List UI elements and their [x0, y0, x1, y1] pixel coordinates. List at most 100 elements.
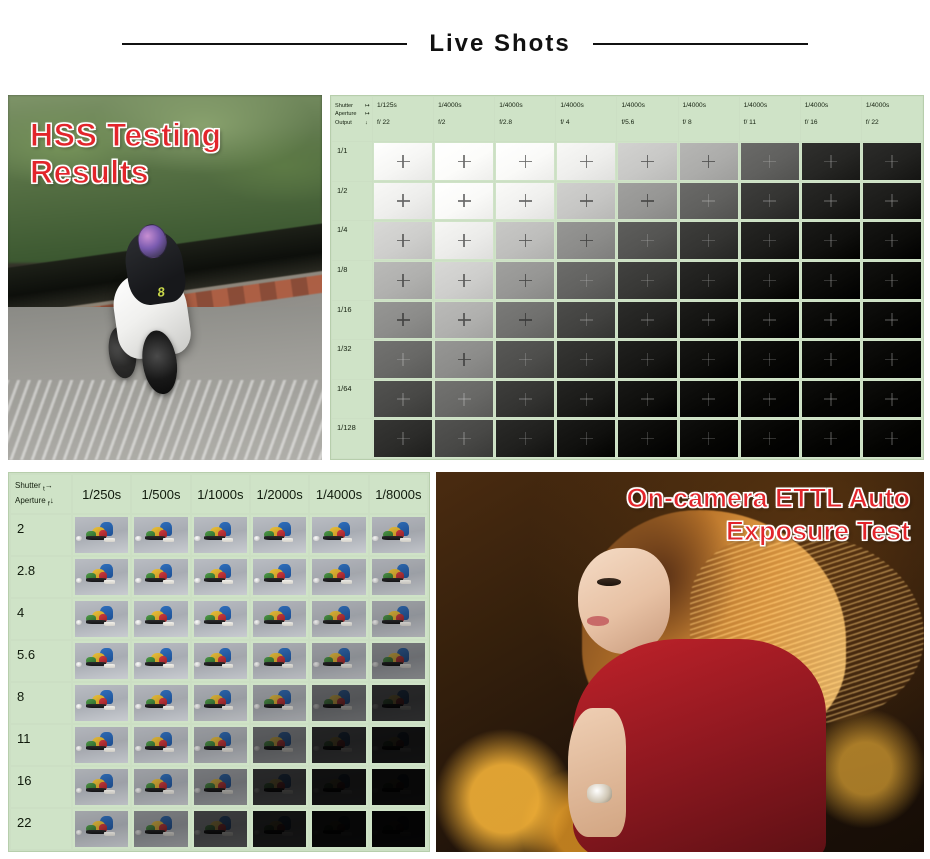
- ettl-row-label-5: 11: [11, 725, 71, 765]
- ettl-column-header-1: 1/500s: [132, 475, 190, 513]
- hss-column-header-3: 1/4000s f/ 4: [556, 97, 617, 141]
- crosshair-icon: [763, 313, 777, 327]
- thumbnail-exposure-shade: [371, 685, 425, 721]
- thumbnail-image: [252, 685, 307, 721]
- thumbnail-exposure-shade: [372, 517, 425, 553]
- hss-output-cell: [434, 300, 495, 340]
- crosshair-icon: [763, 273, 777, 287]
- thumbnail-exposure-shade: [75, 727, 128, 763]
- thumbnail-exposure-shade: [372, 559, 425, 595]
- ettl-row-label-3: 5.6: [11, 641, 71, 681]
- hss-output-cell: [800, 379, 861, 419]
- hss-row-label-7: 1/128: [332, 419, 372, 458]
- hss-output-cell: [678, 340, 739, 379]
- ettl-thumbnail-cell: [191, 641, 249, 681]
- hss-output-cell: [373, 379, 434, 419]
- hss-output-cell: [678, 379, 739, 419]
- portrait-face: [577, 548, 671, 655]
- hss-output-cell: [434, 340, 495, 379]
- crosshair-icon: [518, 273, 532, 287]
- title-rule-right: [592, 43, 808, 45]
- crosshair-icon: [518, 352, 532, 366]
- crosshair-icon: [640, 154, 654, 168]
- hss-output-cell: [861, 379, 922, 419]
- hss-output-cell: [373, 260, 434, 300]
- thumbnail-image: [193, 769, 247, 805]
- ettl-thumbnail-cell: [310, 683, 368, 723]
- thumbnail-image: [134, 811, 188, 847]
- thumbnail-exposure-shade: [252, 811, 307, 847]
- thumbnail-image: [193, 517, 247, 553]
- hss-output-cell: [800, 181, 861, 221]
- crosshair-icon: [824, 392, 838, 406]
- hss-column-header-7: 1/4000s f/ 16: [800, 97, 861, 141]
- thumbnail-image: [312, 517, 366, 553]
- ettl-thumbnail-cell: [191, 557, 249, 597]
- hss-output-cell: [739, 142, 800, 181]
- thumbnail-exposure-shade: [75, 811, 129, 847]
- hss-output-cell: [617, 221, 678, 260]
- hss-output-cell: [617, 142, 678, 181]
- page-title: Live Shots: [429, 30, 571, 57]
- ettl-thumbnail-cell: [310, 767, 368, 807]
- thumbnail-exposure-shade: [134, 769, 188, 805]
- crosshair-icon: [518, 194, 532, 208]
- thumbnail-image: [134, 769, 188, 805]
- ettl-overlay-label: On-camera ETTL Auto Exposure Test: [626, 483, 911, 547]
- portrait-arm: [567, 707, 627, 837]
- crosshair-icon: [396, 313, 410, 327]
- ettl-thumbnail-cell: [73, 641, 131, 681]
- thumbnail-exposure-shade: [312, 559, 365, 595]
- thumbnail-image: [371, 727, 425, 763]
- ettl-thumbnail-cell: [369, 809, 427, 849]
- hss-output-cell: [861, 300, 922, 340]
- motorcycle-racing-photo: 8 HSS Testing Results: [8, 95, 322, 460]
- ettl-thumbnail-cell: [250, 641, 309, 681]
- thumbnail-exposure-shade: [193, 727, 247, 763]
- ettl-thumbnail-cell: [250, 725, 309, 765]
- thumbnail-exposure-shade: [252, 769, 307, 805]
- hss-output-cell: [556, 181, 617, 221]
- ettl-column-header-2: 1/1000s: [191, 475, 249, 513]
- hss-output-cell: [800, 221, 861, 260]
- ettl-thumbnail-cell: [369, 641, 427, 681]
- ettl-thumbnail-cell: [132, 767, 190, 807]
- crosshair-icon: [457, 194, 471, 208]
- hss-output-cell: [617, 181, 678, 221]
- ettl-thumbnail-cell: [250, 557, 309, 597]
- hss-output-cell: [556, 221, 617, 260]
- thumbnail-image: [75, 769, 129, 805]
- hss-section: 8 HSS Testing Results Shutter ↦ Aperture ↦ O…: [8, 95, 924, 460]
- ettl-column-header-3: 1/2000s: [250, 475, 309, 513]
- crosshair-icon: [457, 432, 471, 446]
- ettl-thumbnail-cell: [369, 515, 427, 555]
- thumbnail-image: [134, 601, 188, 637]
- hss-output-cell: [434, 142, 495, 181]
- thumbnail-exposure-shade: [193, 811, 247, 847]
- crosshair-icon: [396, 154, 410, 168]
- hss-output-cell: [739, 419, 800, 458]
- portrait-wristwatch: [587, 783, 612, 803]
- hss-output-cell: [434, 419, 495, 458]
- ettl-thumbnail-cell: [73, 725, 131, 765]
- hss-output-cell: [495, 260, 556, 300]
- hss-output-cell: [556, 379, 617, 419]
- thumbnail-exposure-shade: [371, 643, 425, 679]
- crosshair-icon: [824, 194, 838, 208]
- hss-output-cell: [556, 340, 617, 379]
- thumbnail-exposure-shade: [371, 727, 425, 763]
- hss-row-label-1: 1/2: [332, 181, 372, 221]
- hss-output-cell: [678, 300, 739, 340]
- thumbnail-image: [193, 601, 247, 637]
- ettl-row-label-4: 8: [11, 683, 71, 723]
- crosshair-icon: [702, 234, 716, 248]
- crosshair-icon: [457, 352, 471, 366]
- crosshair-icon: [457, 154, 471, 168]
- hss-output-cell: [556, 419, 617, 458]
- crosshair-icon: [885, 432, 899, 446]
- crosshair-icon: [885, 273, 899, 287]
- hss-output-cell: [739, 340, 800, 379]
- hss-output-table: Shutter ↦ Aperture ↦ Output ↓ 1/125s f/ 22 1/400…: [330, 95, 924, 460]
- ettl-thumbnail-cell: [369, 599, 427, 639]
- crosshair-icon: [518, 392, 532, 406]
